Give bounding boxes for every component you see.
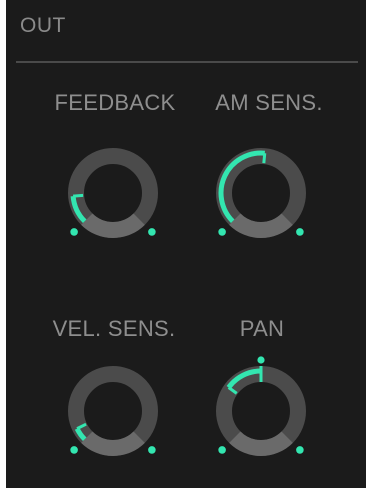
knob-min-dot (70, 228, 78, 236)
vel-sens-knob[interactable] (58, 356, 168, 466)
knob-track-lower (81, 213, 145, 238)
knob-label-feedback: FEEDBACK (54, 90, 176, 115)
knob-track-lower (81, 431, 145, 456)
knob-label-pan: PAN (239, 316, 285, 341)
knob-label-vel-sens: VEL. SENS. (52, 316, 176, 341)
section-title: OUT (20, 14, 66, 37)
knob-max-dot (296, 446, 304, 454)
am-sens-knob[interactable] (206, 138, 316, 248)
knob-min-dot (218, 228, 226, 236)
pan-center-dot (257, 356, 265, 364)
knob-pointer (262, 153, 267, 164)
knob-label-am-sens: AM SENS. (215, 90, 323, 115)
knob-track-lower (229, 213, 293, 238)
knob-max-dot (148, 228, 156, 236)
knob-track-lower (229, 431, 293, 456)
knob-max-dot (148, 446, 156, 454)
knob-min-dot (70, 446, 78, 454)
knob-min-dot (218, 446, 226, 454)
knob-max-dot (296, 228, 304, 236)
out-section-panel: OUT FEEDBACK AM SENS. VEL. SENS. PAN (6, 0, 366, 488)
feedback-knob[interactable] (58, 138, 168, 248)
section-divider (16, 61, 358, 63)
pan-knob[interactable] (206, 356, 316, 466)
knob-pointer (73, 193, 84, 198)
